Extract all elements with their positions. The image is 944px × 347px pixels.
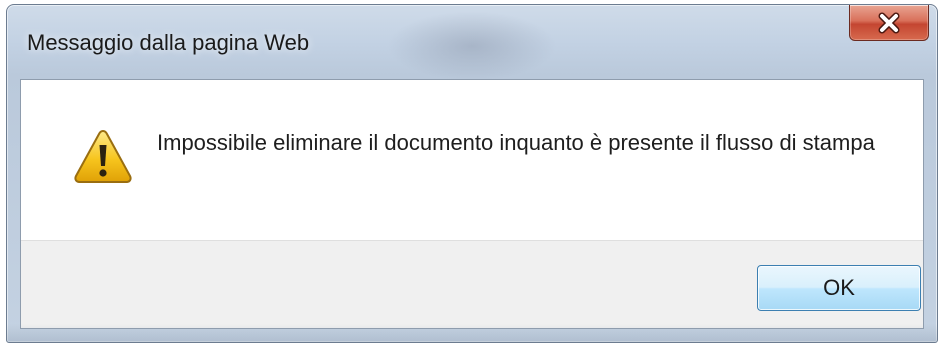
ok-button[interactable]: OK [757,265,921,311]
close-icon [878,12,900,33]
message-area: Impossibile eliminare il documento inqua… [21,80,923,240]
message-dialog-window: Messaggio dalla pagina Web Impossibile e… [6,4,938,343]
warning-icon [74,129,132,183]
dialog-message: Impossibile eliminare il documento inqua… [157,130,875,155]
window-title: Messaggio dalla pagina Web [27,30,310,55]
button-bar: OK [21,240,923,328]
dialog-body: Impossibile eliminare il documento inqua… [20,79,924,329]
title-bar[interactable]: Messaggio dalla pagina Web [7,5,937,79]
close-button[interactable] [849,5,929,41]
